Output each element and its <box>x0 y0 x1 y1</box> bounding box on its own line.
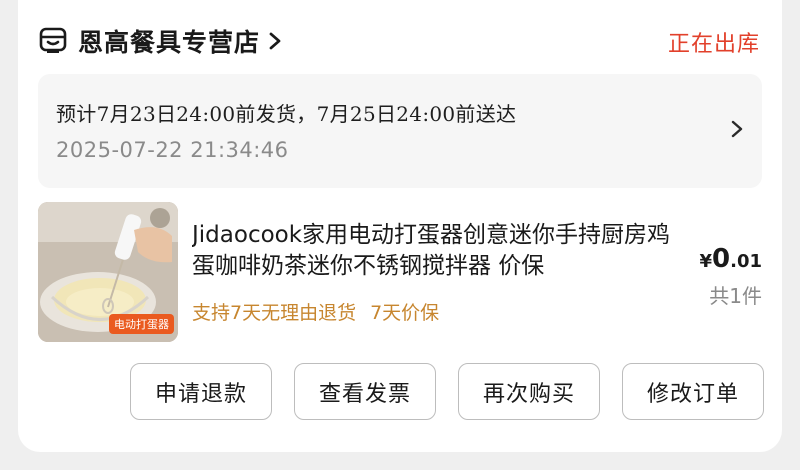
rebuy-button[interactable]: 再次购买 <box>458 363 600 420</box>
modify-order-button[interactable]: 修改订单 <box>622 363 764 420</box>
product-title[interactable]: Jidaocook家用电动打蛋器创意迷你手持厨房鸡蛋咖啡奶茶迷你不锈钢搅拌器 价… <box>192 220 678 282</box>
shipping-info[interactable]: 预计7月23日24:00前发货，7月25日24:00前送达 2025-07-22… <box>38 74 762 188</box>
order-card: 恩高餐具专营店 正在出库 预计7月23日24:00前发货，7月25日24:00前… <box>18 0 782 452</box>
store-icon <box>39 27 67 53</box>
service-tags: 支持7天无理由退货 7天价保 <box>192 298 439 325</box>
chevron-right-icon <box>269 32 281 50</box>
refund-button[interactable]: 申请退款 <box>130 363 272 420</box>
tag-price-protect: 7天价保 <box>370 302 440 324</box>
store-header[interactable]: 恩高餐具专营店 <box>38 22 282 60</box>
view-invoice-button[interactable]: 查看发票 <box>294 363 436 420</box>
tag-return: 支持7天无理由退货 <box>192 302 357 324</box>
product-image[interactable]: 电动打蛋器 <box>38 202 178 342</box>
product-price: ¥0.01 <box>699 244 762 274</box>
product-image-label: 电动打蛋器 <box>109 314 174 334</box>
order-status: 正在出库 <box>667 32 760 57</box>
product-quantity: 共1件 <box>709 284 762 308</box>
shipping-estimate: 预计7月23日24:00前发货，7月25日24:00前送达 <box>56 102 517 126</box>
shipping-timestamp: 2025-07-22 21:34:46 <box>56 138 289 162</box>
store-name: 恩高餐具专营店 <box>78 28 261 57</box>
price-integer: 0 <box>712 244 731 274</box>
chevron-right-icon <box>731 120 743 138</box>
price-decimal: .01 <box>730 251 762 272</box>
price-currency: ¥ <box>699 251 713 272</box>
